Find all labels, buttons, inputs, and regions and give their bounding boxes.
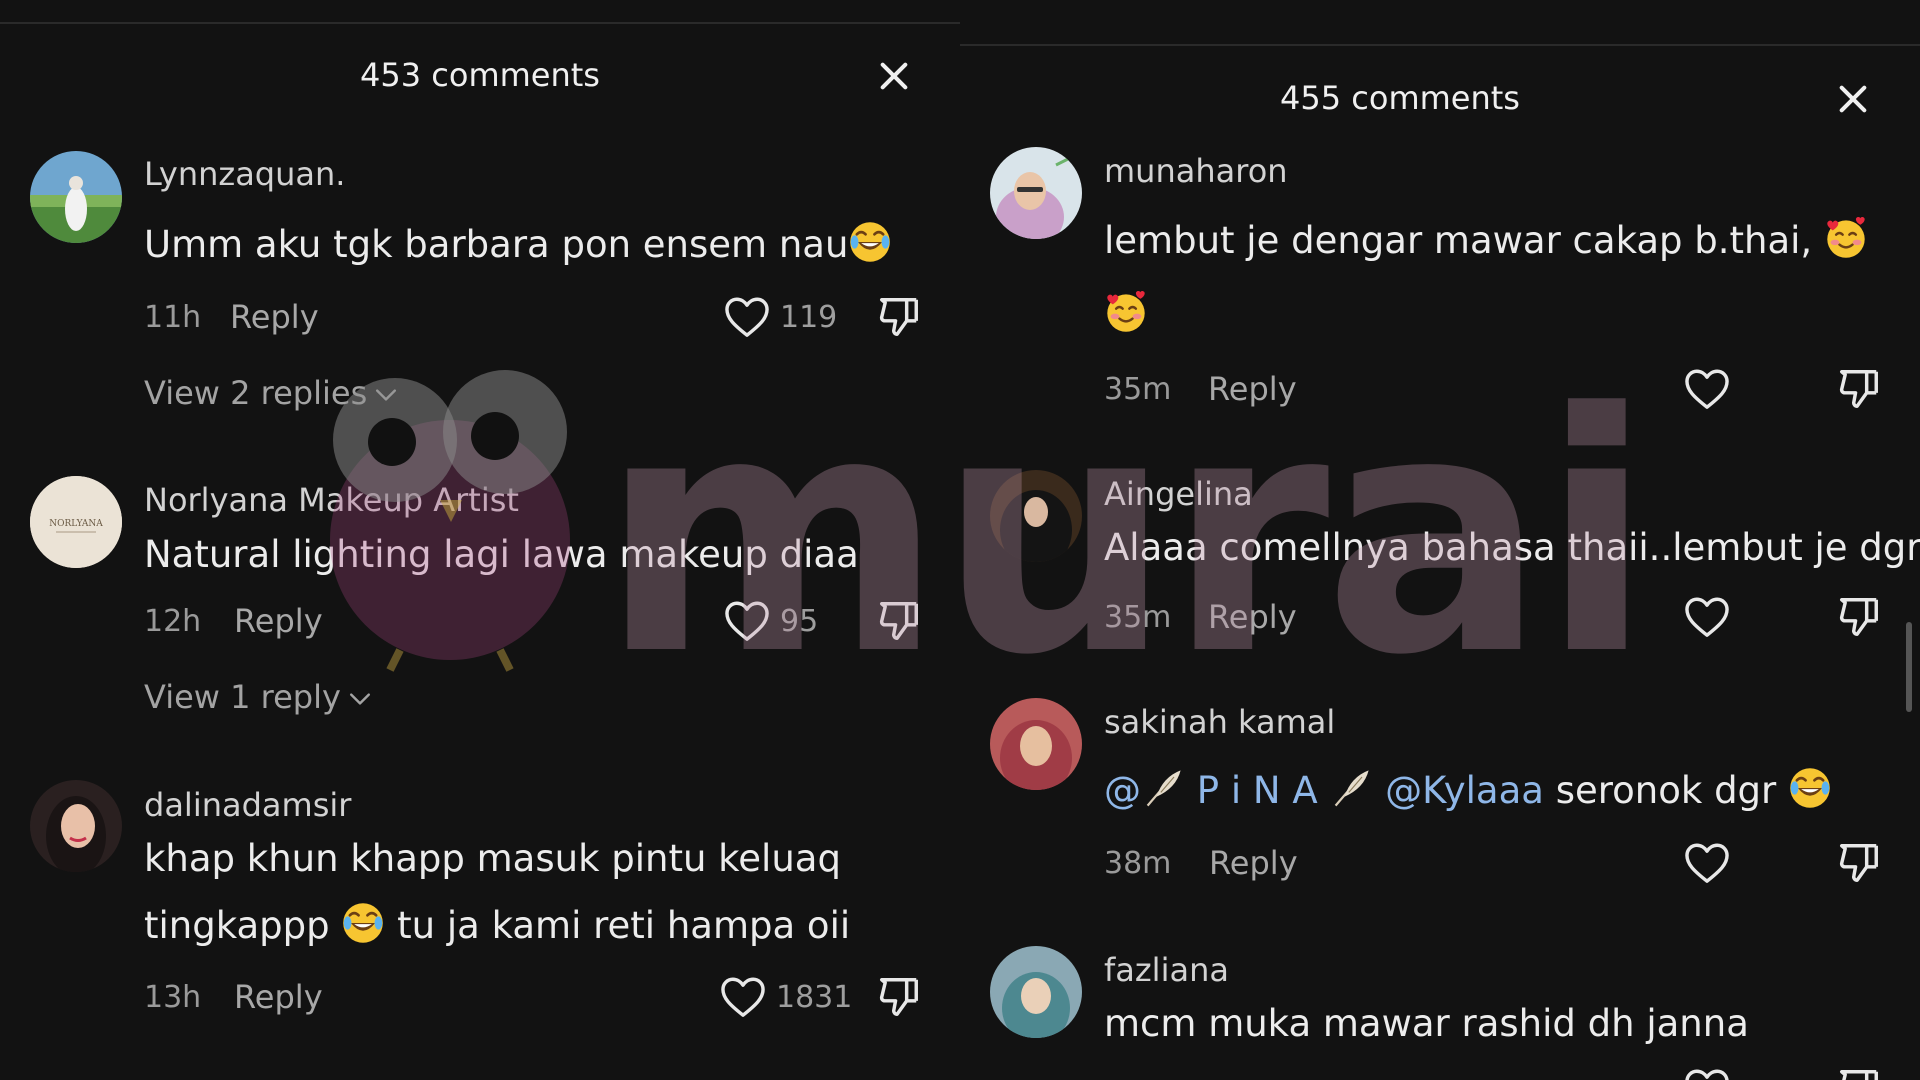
smiling-face-with-hearts-icon (1104, 290, 1148, 334)
reply-button[interactable]: Reply (234, 978, 323, 1016)
like-count: 95 (780, 604, 819, 639)
username[interactable]: Aingelina (1104, 475, 1253, 513)
view-replies-button[interactable]: View 1 reply (144, 678, 371, 716)
username[interactable]: sakinah kamal (1104, 703, 1335, 741)
avatar[interactable] (990, 147, 1082, 239)
avatar[interactable] (30, 151, 122, 243)
top-divider (0, 22, 960, 24)
username[interactable]: Lynnzaquan. (144, 155, 345, 193)
comment-time: 35m (1104, 600, 1172, 635)
chevron-down-icon (349, 692, 371, 706)
comment-text: lembut je dengar mawar cakap b.thai, (1104, 208, 1868, 274)
feather-icon (1141, 766, 1185, 810)
like-count: 119 (780, 300, 838, 335)
mention-link[interactable]: @Kylaaa (1385, 769, 1544, 812)
reply-button[interactable]: Reply (234, 602, 323, 640)
chevron-down-icon (375, 388, 397, 402)
smiling-face-with-hearts-icon (1824, 216, 1868, 260)
heart-icon[interactable] (1684, 368, 1730, 410)
comment-text: mcm muka mawar rashid dh janna (1104, 1002, 1749, 1045)
comment-text: @ P i N A @Kylaaa seronok dgr (1104, 758, 1832, 824)
comment-time: 11h (144, 300, 202, 335)
comments-count-title: 453 comments (360, 56, 600, 94)
username[interactable]: dalinadamsir (144, 786, 351, 824)
view-replies-button[interactable]: View 2 replies (144, 374, 397, 412)
reply-button[interactable]: Reply (1209, 844, 1298, 882)
comments-panel-left: 453 comments Lynnzaquan. Umm aku tgk bar… (0, 0, 960, 1080)
username[interactable]: munaharon (1104, 152, 1288, 190)
reply-button[interactable]: Reply (1208, 370, 1297, 408)
avatar[interactable] (30, 780, 122, 872)
view-replies-label: View 1 reply (144, 678, 341, 716)
comment-text-content: Umm aku tgk barbara pon ensem nau (144, 223, 849, 266)
comment-text-part: tingkappp (144, 904, 330, 947)
heart-icon[interactable] (1684, 596, 1730, 638)
comment-time: 38m (1104, 846, 1172, 881)
thumbs-down-icon[interactable] (1836, 840, 1882, 886)
scrollbar[interactable] (1906, 622, 1912, 712)
thumbs-down-icon[interactable] (1836, 594, 1882, 640)
comments-count-title: 455 comments (1280, 79, 1520, 117)
comment-text-content: lembut je dengar mawar cakap b.thai, (1104, 219, 1813, 262)
comment-text-emoji-line (1104, 282, 1148, 348)
comment-text-content: seronok dgr (1555, 769, 1777, 812)
top-divider (960, 44, 1920, 46)
thumbs-down-icon[interactable] (876, 294, 922, 340)
face-with-tears-of-joy-icon (1788, 766, 1832, 810)
close-icon[interactable] (1833, 79, 1873, 119)
heart-icon[interactable] (724, 296, 770, 338)
comment-time: 35m (1104, 372, 1172, 407)
feather-icon (1329, 766, 1373, 810)
thumbs-down-icon[interactable] (876, 598, 922, 644)
heart-icon[interactable] (720, 976, 766, 1018)
face-with-tears-of-joy-icon (848, 220, 892, 264)
heart-icon[interactable] (724, 600, 770, 642)
comments-panel-right: 455 comments munaharon lembut je dengar … (960, 0, 1920, 1080)
thumbs-down-icon[interactable] (1836, 366, 1882, 412)
comment-text-part: tu ja kami reti hampa oii (397, 904, 851, 947)
like-count: 1831 (776, 980, 853, 1015)
avatar[interactable] (990, 470, 1082, 562)
comment-text: Alaaa comellnya bahasa thaii..lembut je … (1104, 526, 1920, 569)
avatar-logo-text: NORLYANA (49, 519, 103, 529)
heart-icon[interactable] (1684, 1068, 1730, 1080)
avatar[interactable]: NORLYANA (30, 476, 122, 568)
comment-text-line-1: khap khun khapp masuk pintu keluaq (144, 837, 841, 880)
username[interactable]: Norlyana Makeup Artist (144, 481, 519, 519)
mention-link[interactable]: @ P i N A (1104, 769, 1373, 812)
reply-button[interactable]: Reply (1208, 598, 1297, 636)
avatar[interactable] (990, 946, 1082, 1038)
heart-icon[interactable] (1684, 842, 1730, 884)
comment-time: 12h (144, 604, 202, 639)
thumbs-down-icon[interactable] (1836, 1066, 1882, 1080)
thumbs-down-icon[interactable] (876, 974, 922, 1020)
mention-prefix: @ (1104, 769, 1141, 812)
comment-text-line-2: tingkappp tu ja kami reti hampa oii (144, 893, 850, 959)
close-icon[interactable] (874, 56, 914, 96)
username[interactable]: fazliana (1104, 951, 1229, 989)
mention-name: P i N A (1196, 769, 1318, 812)
reply-button[interactable]: Reply (230, 298, 319, 336)
comment-text: Natural lighting lagi lawa makeup diaa (144, 533, 859, 576)
comment-time: 13h (144, 980, 202, 1015)
comment-text: Umm aku tgk barbara pon ensem nau (144, 212, 892, 278)
view-replies-label: View 2 replies (144, 374, 368, 412)
face-with-tears-of-joy-icon (341, 901, 385, 945)
avatar[interactable] (990, 698, 1082, 790)
